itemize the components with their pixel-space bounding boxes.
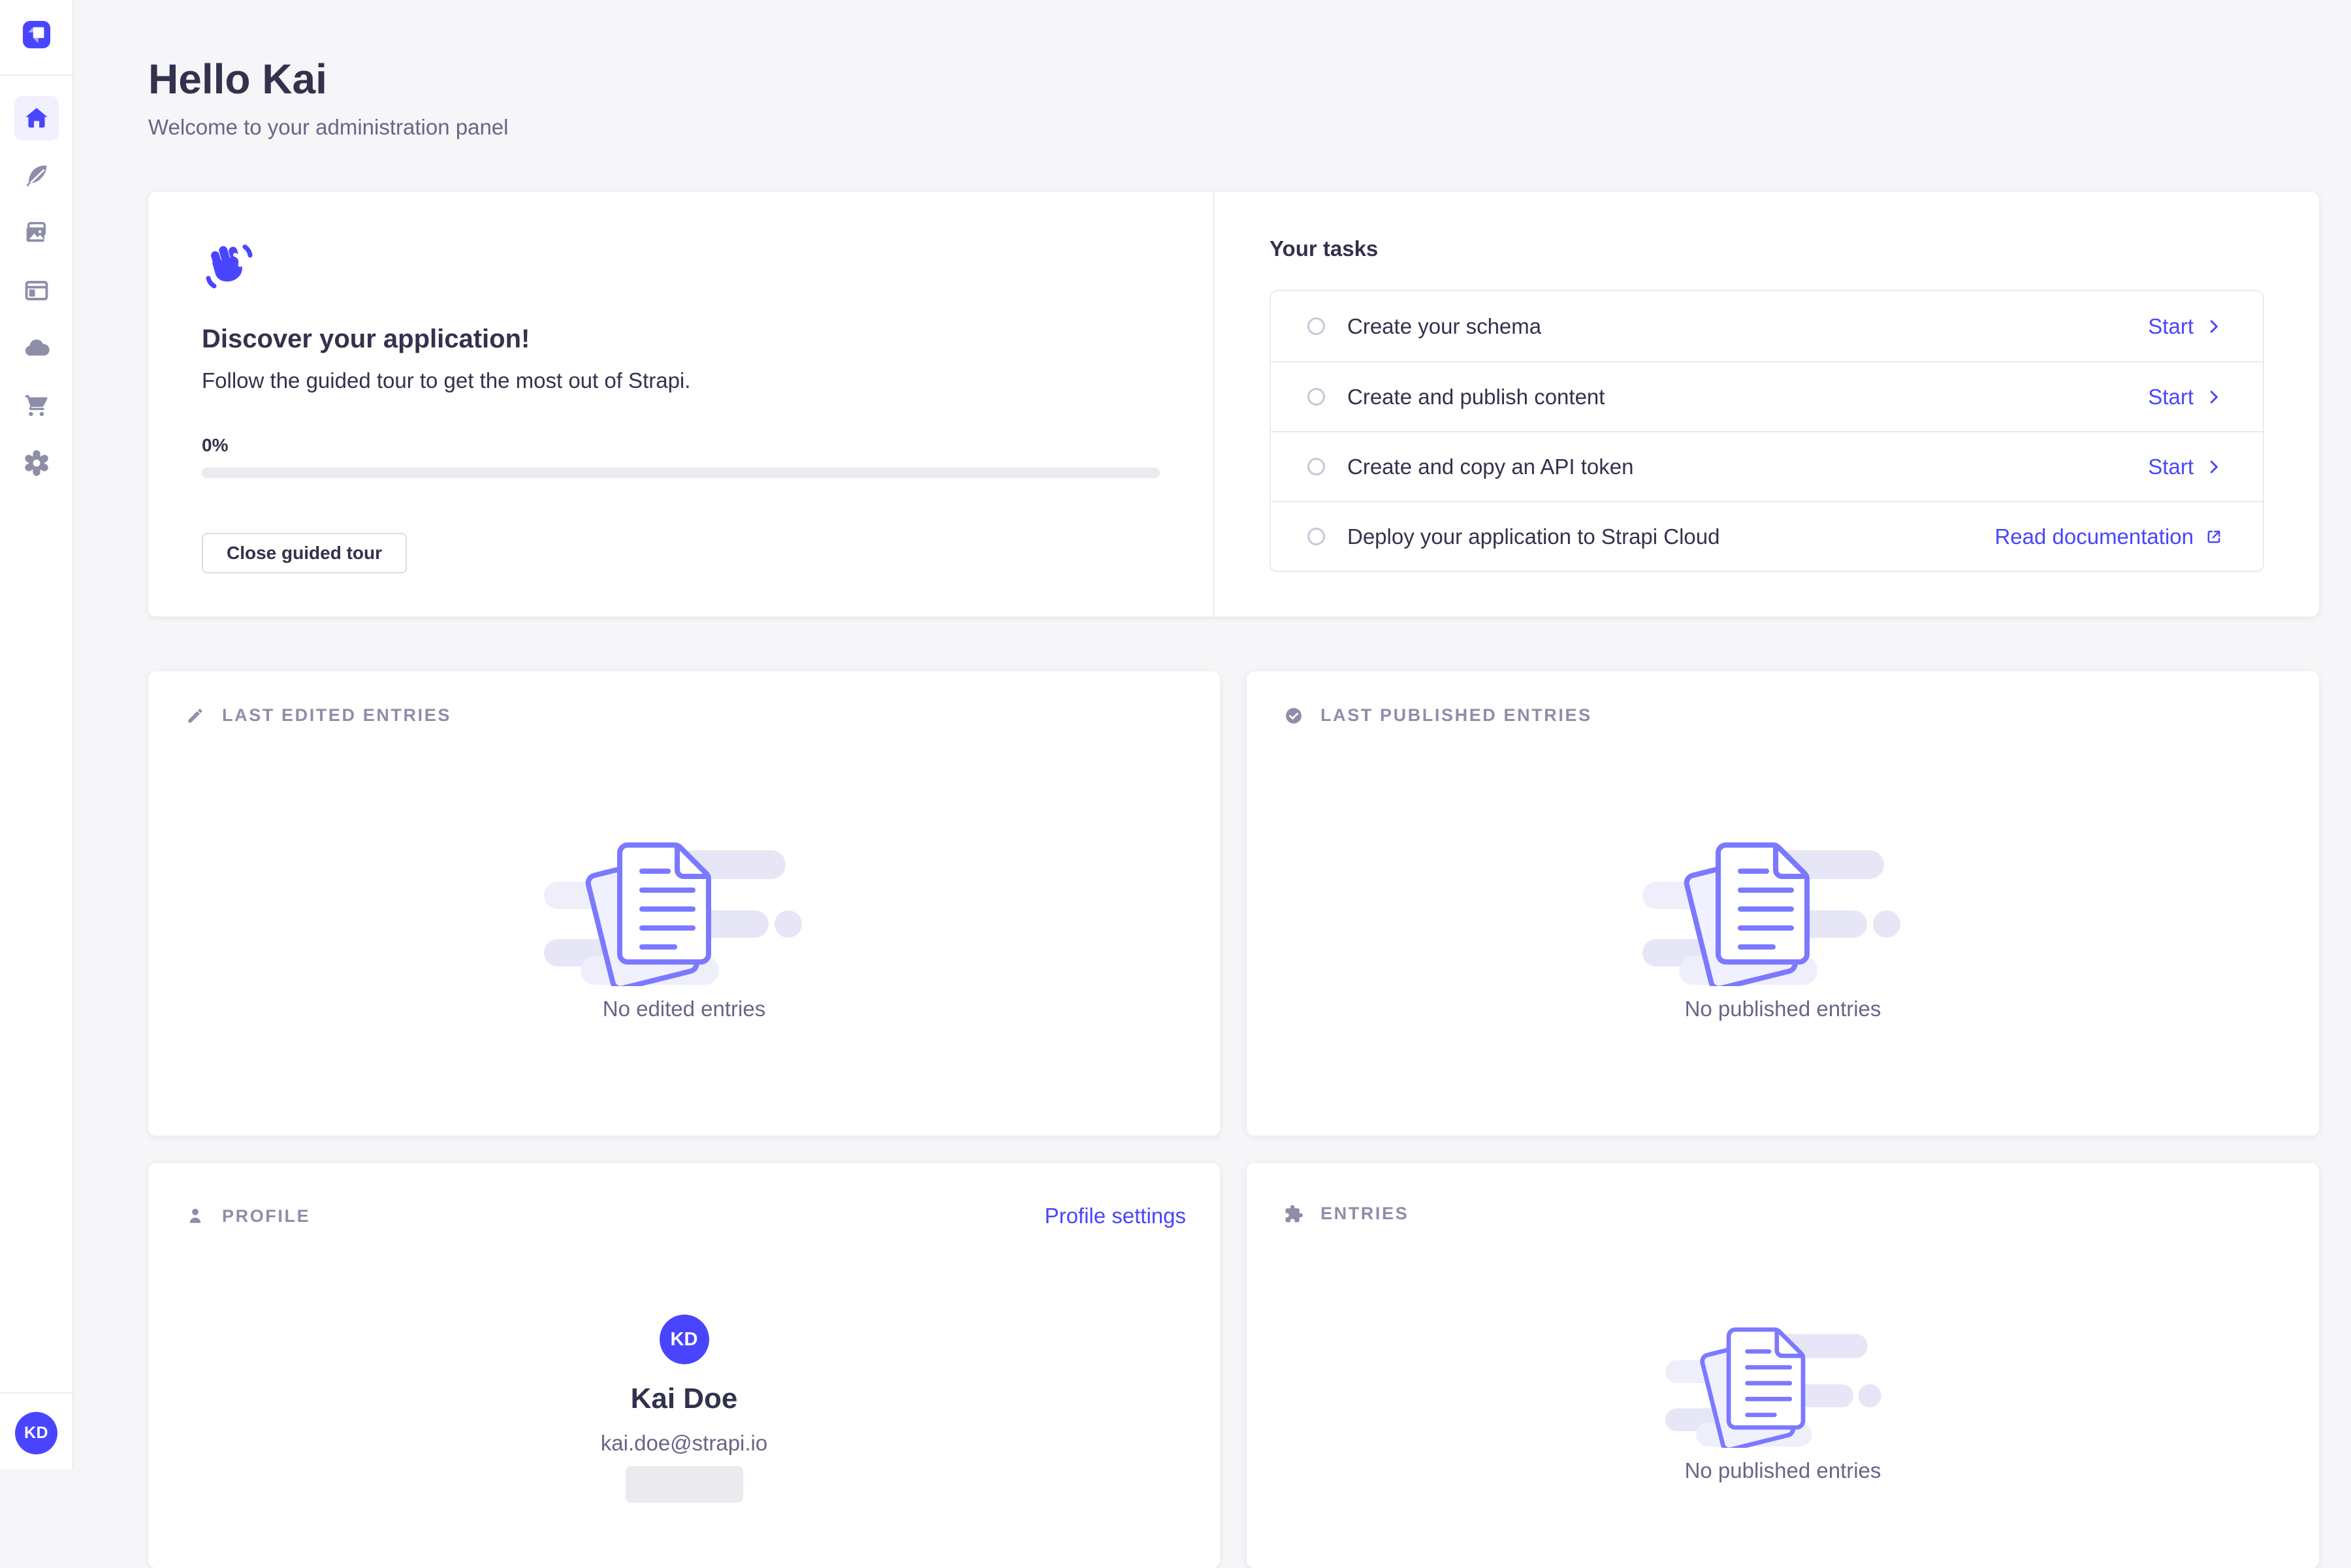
task-action-label: Read documentation: [1994, 524, 2194, 549]
page-header: Hello Kai Welcome to your administration…: [75, 0, 2351, 140]
person-icon: [185, 1206, 205, 1226]
task-status-circle-icon: [1307, 458, 1325, 475]
settings-gear-icon: [23, 449, 50, 477]
strapi-logo-icon: [23, 21, 50, 48]
task-start-link[interactable]: Start: [2148, 455, 2224, 479]
sidebar-item-content-type-builder[interactable]: [14, 268, 59, 313]
task-start-link[interactable]: Start: [2148, 385, 2224, 409]
task-label: Create your schema: [1347, 314, 2148, 339]
home-icon: [23, 104, 50, 132]
empty-documents-illustration: [544, 836, 825, 986]
widget-header: LAST EDITED ENTRIES: [148, 671, 1220, 726]
role-badge: [626, 1466, 743, 1503]
chevron-right-icon: [2204, 457, 2224, 477]
close-guided-tour-button[interactable]: Close guided tour: [202, 533, 407, 573]
guided-tour-title: Discover your application!: [202, 325, 1160, 354]
sidebar: KD: [0, 0, 74, 1469]
tasks-list: Create your schema Start Create and publ…: [1270, 290, 2264, 572]
task-row: Create and copy an API token Start: [1271, 431, 2263, 501]
sidebar-item-marketplace[interactable]: [14, 383, 59, 428]
profile-email: kai.doe@strapi.io: [601, 1431, 767, 1456]
read-documentation-link[interactable]: Read documentation: [1994, 524, 2224, 549]
sidebar-nav: [0, 96, 72, 485]
task-label: Create and copy an API token: [1347, 455, 2148, 479]
profile-widget: PROFILE Profile settings KD Kai Doe kai.…: [148, 1163, 1220, 1568]
task-status-circle-icon: [1307, 528, 1325, 545]
sidebar-item-media-library[interactable]: [14, 211, 59, 255]
waving-hand-icon: [202, 242, 257, 291]
last-edited-entries-widget: LAST EDITED ENTRIES No edited entries: [148, 671, 1220, 1136]
widget-header: LAST PUBLISHED ENTRIES: [1247, 671, 2319, 726]
task-status-circle-icon: [1307, 388, 1325, 406]
widget-title: PROFILE: [222, 1206, 310, 1226]
profile-avatar: KD: [660, 1315, 709, 1364]
widget-header: ENTRIES: [1247, 1163, 2319, 1224]
sidebar-item-home[interactable]: [14, 96, 59, 140]
empty-state-message: No published entries: [1685, 1458, 1881, 1483]
sidebar-item-strapi-cloud[interactable]: [14, 326, 59, 370]
check-circle-icon: [1284, 706, 1303, 726]
task-row: Create and publish content Start: [1271, 361, 2263, 431]
empty-state: No published entries: [1247, 1322, 2319, 1483]
task-label: Deploy your application to Strapi Cloud: [1347, 524, 1994, 549]
empty-state-message: No published entries: [1685, 997, 1881, 1021]
empty-documents-illustration: [1665, 1322, 1900, 1448]
pencil-icon: [185, 706, 205, 726]
profile-settings-link[interactable]: Profile settings: [1045, 1204, 1186, 1228]
sidebar-divider: [0, 1392, 72, 1394]
sidebar-item-settings[interactable]: [14, 441, 59, 485]
profile-body: KD Kai Doe kai.doe@strapi.io: [148, 1315, 1220, 1503]
guided-tour-subtitle: Follow the guided tour to get the most o…: [202, 368, 1160, 393]
page-subtitle: Welcome to your administration panel: [148, 115, 2351, 140]
empty-state: No edited entries: [148, 836, 1220, 1021]
sidebar-divider: [0, 74, 72, 76]
page-title: Hello Kai: [148, 56, 2351, 102]
task-action-label: Start: [2148, 455, 2194, 479]
content-type-builder-icon: [23, 277, 50, 304]
task-status-circle-icon: [1307, 317, 1325, 335]
task-row: Create your schema Start: [1271, 291, 2263, 361]
marketplace-cart-icon: [23, 392, 50, 419]
main-content: Hello Kai Welcome to your administration…: [75, 0, 2351, 1469]
empty-documents-illustration: [1642, 836, 1923, 986]
task-row: Deploy your application to Strapi Cloud …: [1271, 501, 2263, 571]
progress-bar: [202, 468, 1160, 478]
task-action-label: Start: [2148, 385, 2194, 409]
widget-title: ENTRIES: [1320, 1204, 1409, 1224]
task-start-link[interactable]: Start: [2148, 314, 2224, 339]
widget-title: LAST PUBLISHED ENTRIES: [1320, 705, 1592, 726]
empty-state-message: No edited entries: [603, 997, 765, 1021]
guided-tour-card: Discover your application! Follow the gu…: [148, 192, 2319, 616]
sidebar-user-avatar[interactable]: KD: [15, 1412, 57, 1454]
strapi-logo[interactable]: [23, 21, 50, 48]
last-published-entries-widget: LAST PUBLISHED ENTRIES No published entr…: [1247, 671, 2319, 1136]
tasks-title: Your tasks: [1270, 236, 2264, 261]
external-link-icon: [2204, 527, 2224, 547]
entries-widget: ENTRIES No published entries: [1247, 1163, 2319, 1568]
media-library-icon: [23, 219, 50, 247]
feather-icon: [23, 162, 50, 189]
progress-label: 0%: [202, 435, 1160, 456]
cloud-icon: [23, 334, 50, 362]
guided-tour-pane: Discover your application! Follow the gu…: [148, 192, 1215, 616]
widget-header: PROFILE Profile settings: [148, 1163, 1220, 1228]
task-label: Create and publish content: [1347, 385, 2148, 409]
empty-state: No published entries: [1247, 836, 2319, 1021]
widget-title: LAST EDITED ENTRIES: [222, 705, 451, 726]
sidebar-item-content-manager[interactable]: [14, 153, 59, 198]
chevron-right-icon: [2204, 317, 2224, 336]
task-action-label: Start: [2148, 314, 2194, 339]
chevron-right-icon: [2204, 387, 2224, 407]
tasks-pane: Your tasks Create your schema Start Crea…: [1215, 192, 2319, 616]
puzzle-icon: [1284, 1204, 1303, 1224]
profile-name: Kai Doe: [631, 1383, 738, 1415]
